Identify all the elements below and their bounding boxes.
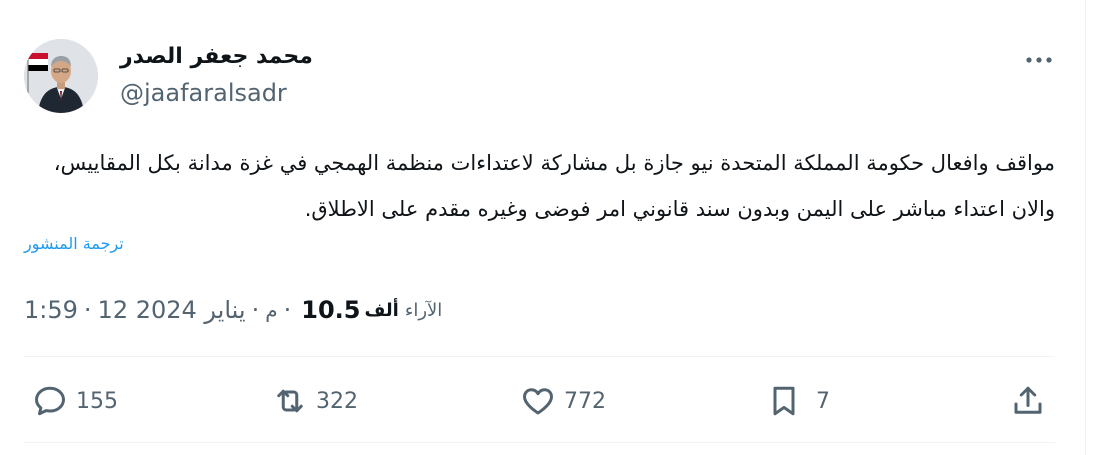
views-unit: ألف [364, 299, 399, 321]
bookmark-icon [773, 386, 795, 416]
avatar[interactable] [24, 39, 98, 113]
repost-count: 322 [316, 388, 358, 414]
repost-icon [277, 389, 303, 413]
divider [24, 356, 1055, 357]
column-border [1085, 0, 1086, 455]
timestamp-ampm: م [265, 298, 278, 322]
handle[interactable]: @jaafaralsadr [120, 76, 313, 110]
reply-count: 155 [76, 388, 118, 414]
like-count: 772 [564, 388, 606, 414]
bookmark-button[interactable]: 7 [766, 372, 830, 430]
author-block: محمد جعفر الصدر @jaafaralsadr [120, 42, 313, 110]
bookmark-count: 7 [816, 388, 830, 414]
repost-button[interactable]: 322 [272, 372, 358, 430]
display-name[interactable]: محمد جعفر الصدر [120, 42, 313, 72]
divider-bottom [24, 442, 1055, 443]
tweet: محمد جعفر الصدر @jaafaralsadr مواقف وافع… [24, 0, 1055, 455]
tweet-meta: 1:59 · 12 يناير 2024 · م · 10.5 ألف الآر… [24, 290, 624, 330]
share-icon [1014, 386, 1042, 414]
views-label: الآراء [404, 299, 443, 321]
reply-button[interactable]: 155 [32, 372, 118, 430]
reply-icon [35, 386, 65, 416]
timestamp-time[interactable]: 1:59 [24, 296, 78, 324]
tweet-detail-frame: محمد جعفر الصدر @jaafaralsadr مواقف وافع… [0, 0, 1100, 455]
tweet-text: مواقف وافعال حكومة المملكة المتحدة نيو ج… [53, 151, 1055, 221]
meta-separator: · [251, 296, 260, 324]
like-button[interactable]: 772 [520, 372, 606, 430]
more-options-button[interactable] [1023, 48, 1055, 72]
avatar-image [24, 39, 98, 113]
translate-post-link[interactable]: ترجمة المنشور [24, 234, 124, 253]
heart-icon [523, 388, 553, 415]
more-horizontal-icon [1026, 57, 1052, 63]
action-bar: 155 322 772 7 [24, 372, 1055, 430]
meta-separator: · [83, 296, 92, 324]
share-button[interactable] [1010, 372, 1046, 430]
meta-separator: · [283, 296, 292, 324]
views-count[interactable]: 10.5 [301, 296, 360, 324]
timestamp-date[interactable]: 12 يناير 2024 [98, 296, 246, 324]
